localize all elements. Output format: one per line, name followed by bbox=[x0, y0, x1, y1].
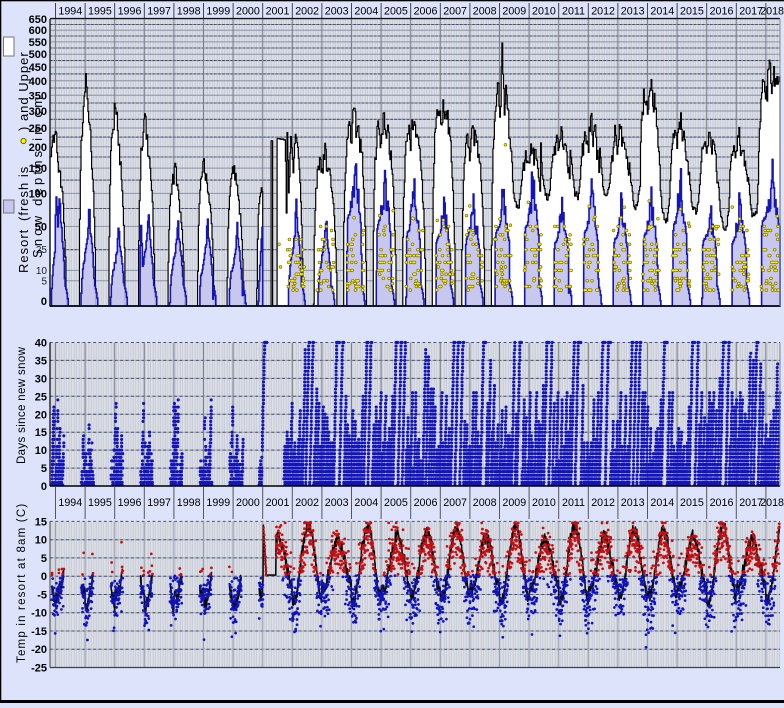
svg-text:2010: 2010 bbox=[532, 497, 556, 509]
svg-text:-5: -5 bbox=[37, 589, 47, 601]
svg-text:2001: 2001 bbox=[266, 497, 290, 509]
svg-text:-20: -20 bbox=[31, 644, 47, 656]
svg-text:2000: 2000 bbox=[236, 6, 260, 18]
svg-text:2018: 2018 bbox=[760, 6, 784, 18]
svg-text:10: 10 bbox=[35, 445, 47, 457]
svg-text:550: 550 bbox=[29, 37, 47, 49]
svg-text:1998: 1998 bbox=[177, 6, 201, 18]
svg-text:2016: 2016 bbox=[710, 497, 734, 509]
svg-text:1998: 1998 bbox=[177, 497, 201, 509]
svg-text:0: 0 bbox=[41, 296, 47, 308]
svg-text:2007: 2007 bbox=[443, 497, 467, 509]
svg-text:2012: 2012 bbox=[591, 6, 615, 18]
svg-text:15: 15 bbox=[35, 516, 47, 528]
svg-text:1996: 1996 bbox=[118, 497, 142, 509]
svg-text:1996: 1996 bbox=[118, 6, 142, 18]
svg-text:1994: 1994 bbox=[58, 497, 82, 509]
svg-text:2015: 2015 bbox=[680, 6, 704, 18]
svg-text:2002: 2002 bbox=[295, 6, 319, 18]
svg-text:2012: 2012 bbox=[591, 497, 615, 509]
svg-text:2001: 2001 bbox=[266, 6, 290, 18]
svg-text:40: 40 bbox=[35, 338, 47, 350]
svg-text:2011: 2011 bbox=[562, 497, 585, 509]
svg-text:2013: 2013 bbox=[621, 497, 645, 509]
svg-text:2008: 2008 bbox=[473, 6, 497, 18]
svg-text:2008: 2008 bbox=[473, 497, 497, 509]
svg-text:2013: 2013 bbox=[621, 6, 645, 18]
svg-text:2004: 2004 bbox=[354, 497, 378, 509]
svg-text:2014: 2014 bbox=[650, 6, 674, 18]
svg-text:1995: 1995 bbox=[88, 497, 112, 509]
svg-text:Snow depths in cm: Snow depths in cm bbox=[30, 94, 45, 258]
svg-text:1995: 1995 bbox=[88, 6, 112, 18]
svg-text:2006: 2006 bbox=[414, 497, 438, 509]
svg-text:500: 500 bbox=[29, 49, 47, 61]
svg-text:2000: 2000 bbox=[236, 497, 260, 509]
svg-text:2011: 2011 bbox=[562, 6, 585, 18]
svg-text:1997: 1997 bbox=[147, 497, 171, 509]
svg-text:1999: 1999 bbox=[206, 497, 230, 509]
svg-text:2003: 2003 bbox=[325, 6, 349, 18]
svg-text:1994: 1994 bbox=[58, 6, 82, 18]
svg-text:5: 5 bbox=[41, 463, 47, 475]
svg-text:30: 30 bbox=[35, 373, 47, 385]
svg-text:2015: 2015 bbox=[680, 497, 704, 509]
svg-text:(fresh is: (fresh is bbox=[16, 166, 31, 221]
svg-text:Temp in resort at 8am (C): Temp in resort at 8am (C) bbox=[16, 503, 28, 663]
svg-text:2014: 2014 bbox=[650, 497, 674, 509]
svg-text:) and Upper: ) and Upper bbox=[16, 51, 31, 131]
svg-text:2003: 2003 bbox=[325, 497, 349, 509]
svg-text:5: 5 bbox=[41, 276, 47, 287]
svg-text:Resort: Resort bbox=[16, 229, 31, 273]
svg-text:2002: 2002 bbox=[295, 497, 319, 509]
svg-text:650: 650 bbox=[29, 14, 47, 26]
svg-text:5: 5 bbox=[41, 553, 47, 565]
svg-text:2010: 2010 bbox=[532, 6, 556, 18]
svg-text:2016: 2016 bbox=[710, 6, 734, 18]
svg-text:35: 35 bbox=[35, 355, 47, 367]
svg-text:2007: 2007 bbox=[443, 6, 467, 18]
svg-text:2004: 2004 bbox=[354, 6, 378, 18]
svg-text:2018: 2018 bbox=[760, 497, 784, 509]
svg-text:-15: -15 bbox=[31, 626, 47, 638]
svg-text:0: 0 bbox=[41, 481, 47, 493]
svg-text:2009: 2009 bbox=[502, 497, 526, 509]
svg-text:10: 10 bbox=[35, 535, 47, 547]
svg-text:2005: 2005 bbox=[384, 6, 408, 18]
svg-text:450: 450 bbox=[29, 62, 47, 74]
svg-text:Days since new snow: Days since new snow bbox=[16, 346, 28, 464]
svg-text:1997: 1997 bbox=[147, 6, 171, 18]
svg-text:400: 400 bbox=[29, 76, 47, 88]
svg-text:-10: -10 bbox=[31, 608, 47, 620]
svg-text:2006: 2006 bbox=[414, 6, 438, 18]
svg-text:10: 10 bbox=[36, 266, 48, 277]
svg-text:600: 600 bbox=[29, 25, 47, 37]
svg-text:-25: -25 bbox=[31, 663, 47, 675]
svg-text:20: 20 bbox=[35, 409, 47, 421]
svg-text:0: 0 bbox=[41, 571, 47, 583]
svg-text:1999: 1999 bbox=[206, 6, 230, 18]
svg-text:15: 15 bbox=[35, 427, 47, 439]
svg-text:25: 25 bbox=[35, 391, 47, 403]
svg-text:2005: 2005 bbox=[384, 497, 408, 509]
svg-text:2009: 2009 bbox=[502, 6, 526, 18]
